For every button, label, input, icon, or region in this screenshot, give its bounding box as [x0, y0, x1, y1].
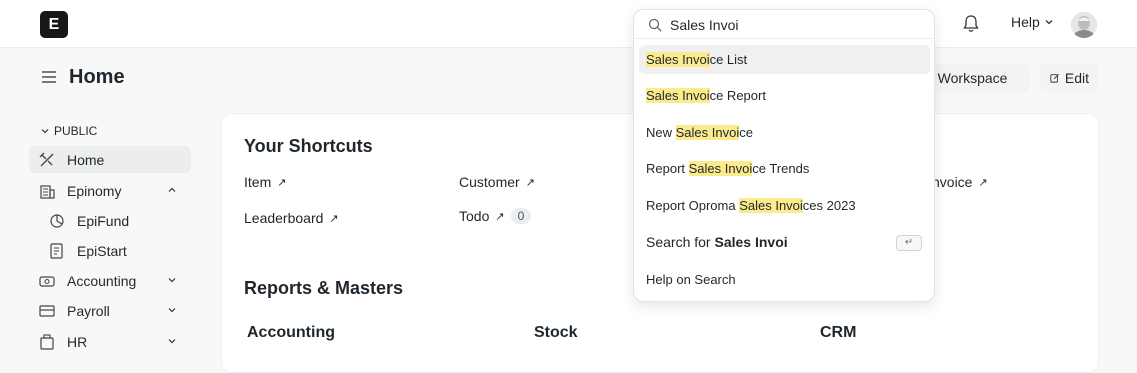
chevron-down-icon: [41, 129, 49, 134]
user-avatar-image: [1071, 12, 1097, 38]
chevron-up-icon[interactable]: [167, 185, 177, 195]
result-text: ce: [739, 125, 753, 140]
shortcut-label: Leaderboard: [244, 210, 324, 226]
match-highlight: Sales Invoi: [739, 198, 803, 213]
arrow-up-right-icon: ↗: [277, 176, 287, 189]
sidebar-item-accounting[interactable]: Accounting: [29, 267, 191, 294]
count-badge: 0: [510, 208, 532, 224]
help-on-search-item[interactable]: Help on Search: [639, 265, 930, 294]
shortcut-leaderboard[interactable]: Leaderboard ↗: [244, 210, 339, 226]
arrow-up-right-icon: ↗: [525, 176, 535, 189]
shortcut-label: Item: [244, 174, 272, 190]
fund-icon: [50, 213, 64, 228]
shortcuts-title: Your Shortcuts: [244, 136, 373, 156]
shortcut-todo[interactable]: Todo ↗ 0: [459, 208, 532, 224]
edit-button[interactable]: Edit: [1040, 64, 1099, 92]
edit-icon: [1050, 73, 1059, 83]
search-input[interactable]: [670, 14, 920, 36]
logo-letter: E: [48, 16, 60, 33]
search-icon: [648, 18, 662, 32]
result-text: ce List: [709, 52, 748, 67]
search-bar: [634, 10, 934, 39]
reports-column-title: Accounting: [247, 324, 335, 341]
search-for-item[interactable]: Search for Sales Invoi ↵: [639, 228, 930, 257]
reports-column-title: Stock: [534, 324, 578, 341]
file-icon: [50, 242, 63, 259]
chevron-down-icon: [1045, 20, 1053, 25]
help-on-search-label: Help on Search: [646, 272, 736, 287]
search-result-item[interactable]: Sales Invoice Report: [639, 81, 930, 110]
navbar: E Help: [0, 0, 1137, 48]
sidebar-item-epifund[interactable]: EpiFund: [29, 207, 191, 234]
shortcut-customer[interactable]: Customer ↗: [459, 174, 535, 190]
sidebar-item-hr[interactable]: HR: [29, 328, 191, 355]
search-result-item[interactable]: Report Oproma Sales Invoices 2023: [639, 191, 930, 220]
match-highlight: Sales Invoi: [675, 125, 740, 140]
menu-icon[interactable]: [41, 70, 57, 84]
help-label: Help: [1011, 14, 1040, 30]
hr-icon: [40, 333, 54, 350]
sidebar-item-payroll[interactable]: Payroll: [29, 297, 191, 324]
bell-icon[interactable]: [962, 14, 980, 34]
sidebar-section-label: PUBLIC: [54, 124, 98, 138]
sidebar-item-epinomy[interactable]: Epinomy: [29, 177, 191, 204]
chevron-down-icon[interactable]: [167, 305, 177, 315]
shortcut-label: Customer: [459, 174, 520, 190]
shortcut-label: nvoice: [932, 174, 973, 190]
reports-column-title: CRM: [820, 324, 857, 341]
sidebar-item-label: Payroll: [67, 302, 110, 319]
sidebar-item-epistart[interactable]: EpiStart: [29, 237, 191, 264]
result-text: ce Trends: [752, 161, 810, 176]
sidebar-item-label: Home: [67, 151, 105, 168]
sidebar-item-label: EpiFund: [77, 212, 130, 229]
search-result-item[interactable]: Sales Invoice List: [639, 45, 930, 74]
arrow-up-right-icon: ↗: [329, 212, 339, 225]
app-logo[interactable]: E: [40, 11, 68, 38]
accounting-icon: [39, 275, 55, 287]
chevron-down-icon[interactable]: [167, 275, 177, 285]
chevron-down-icon[interactable]: [167, 336, 177, 346]
building-icon: [40, 184, 55, 199]
sidebar-section-toggle[interactable]: PUBLIC: [40, 124, 97, 138]
sidebar-item-label: EpiStart: [77, 242, 127, 259]
search-result-item[interactable]: Report Sales Invoice Trends: [639, 154, 930, 183]
sidebar-item-label: Accounting: [67, 272, 137, 289]
search-result-item[interactable]: New Sales Invoice: [639, 118, 930, 147]
shortcut-invoice[interactable]: nvoice ↗: [932, 174, 988, 190]
search-for-prefix: Search for: [646, 234, 715, 250]
result-text: Report Oproma: [646, 198, 740, 213]
result-text: ce Report: [709, 88, 766, 103]
page-title: Home: [69, 66, 125, 88]
enter-key-icon: ↵: [896, 235, 922, 251]
reports-title: Reports & Masters: [244, 278, 404, 298]
arrow-up-right-icon: ↗: [978, 176, 988, 189]
sidebar-item-home[interactable]: Home: [29, 146, 191, 173]
search-dropdown: Sales Invoice List Sales Invoice Report …: [633, 9, 935, 302]
avatar[interactable]: [1071, 12, 1097, 38]
result-text: New: [646, 125, 676, 140]
search-for-query: Sales Invoi: [714, 234, 788, 250]
workspace-button-label: e Workspace: [926, 70, 1008, 86]
sidebar-item-label: HR: [67, 333, 88, 350]
home-icon: [39, 152, 54, 166]
match-highlight: Sales Invoi: [646, 88, 710, 103]
arrow-up-right-icon: ↗: [495, 210, 505, 223]
result-text: ces 2023: [802, 198, 856, 213]
payroll-icon: [39, 304, 55, 317]
shortcut-item[interactable]: Item ↗: [244, 174, 286, 190]
edit-button-label: Edit: [1064, 70, 1089, 86]
match-highlight: Sales Invoi: [688, 161, 753, 176]
help-menu[interactable]: Help: [1011, 14, 1054, 30]
result-text: Report: [646, 161, 689, 176]
shortcut-label: Todo: [459, 208, 490, 224]
match-highlight: Sales Invoi: [646, 52, 710, 67]
sidebar-item-label: Epinomy: [67, 182, 122, 199]
